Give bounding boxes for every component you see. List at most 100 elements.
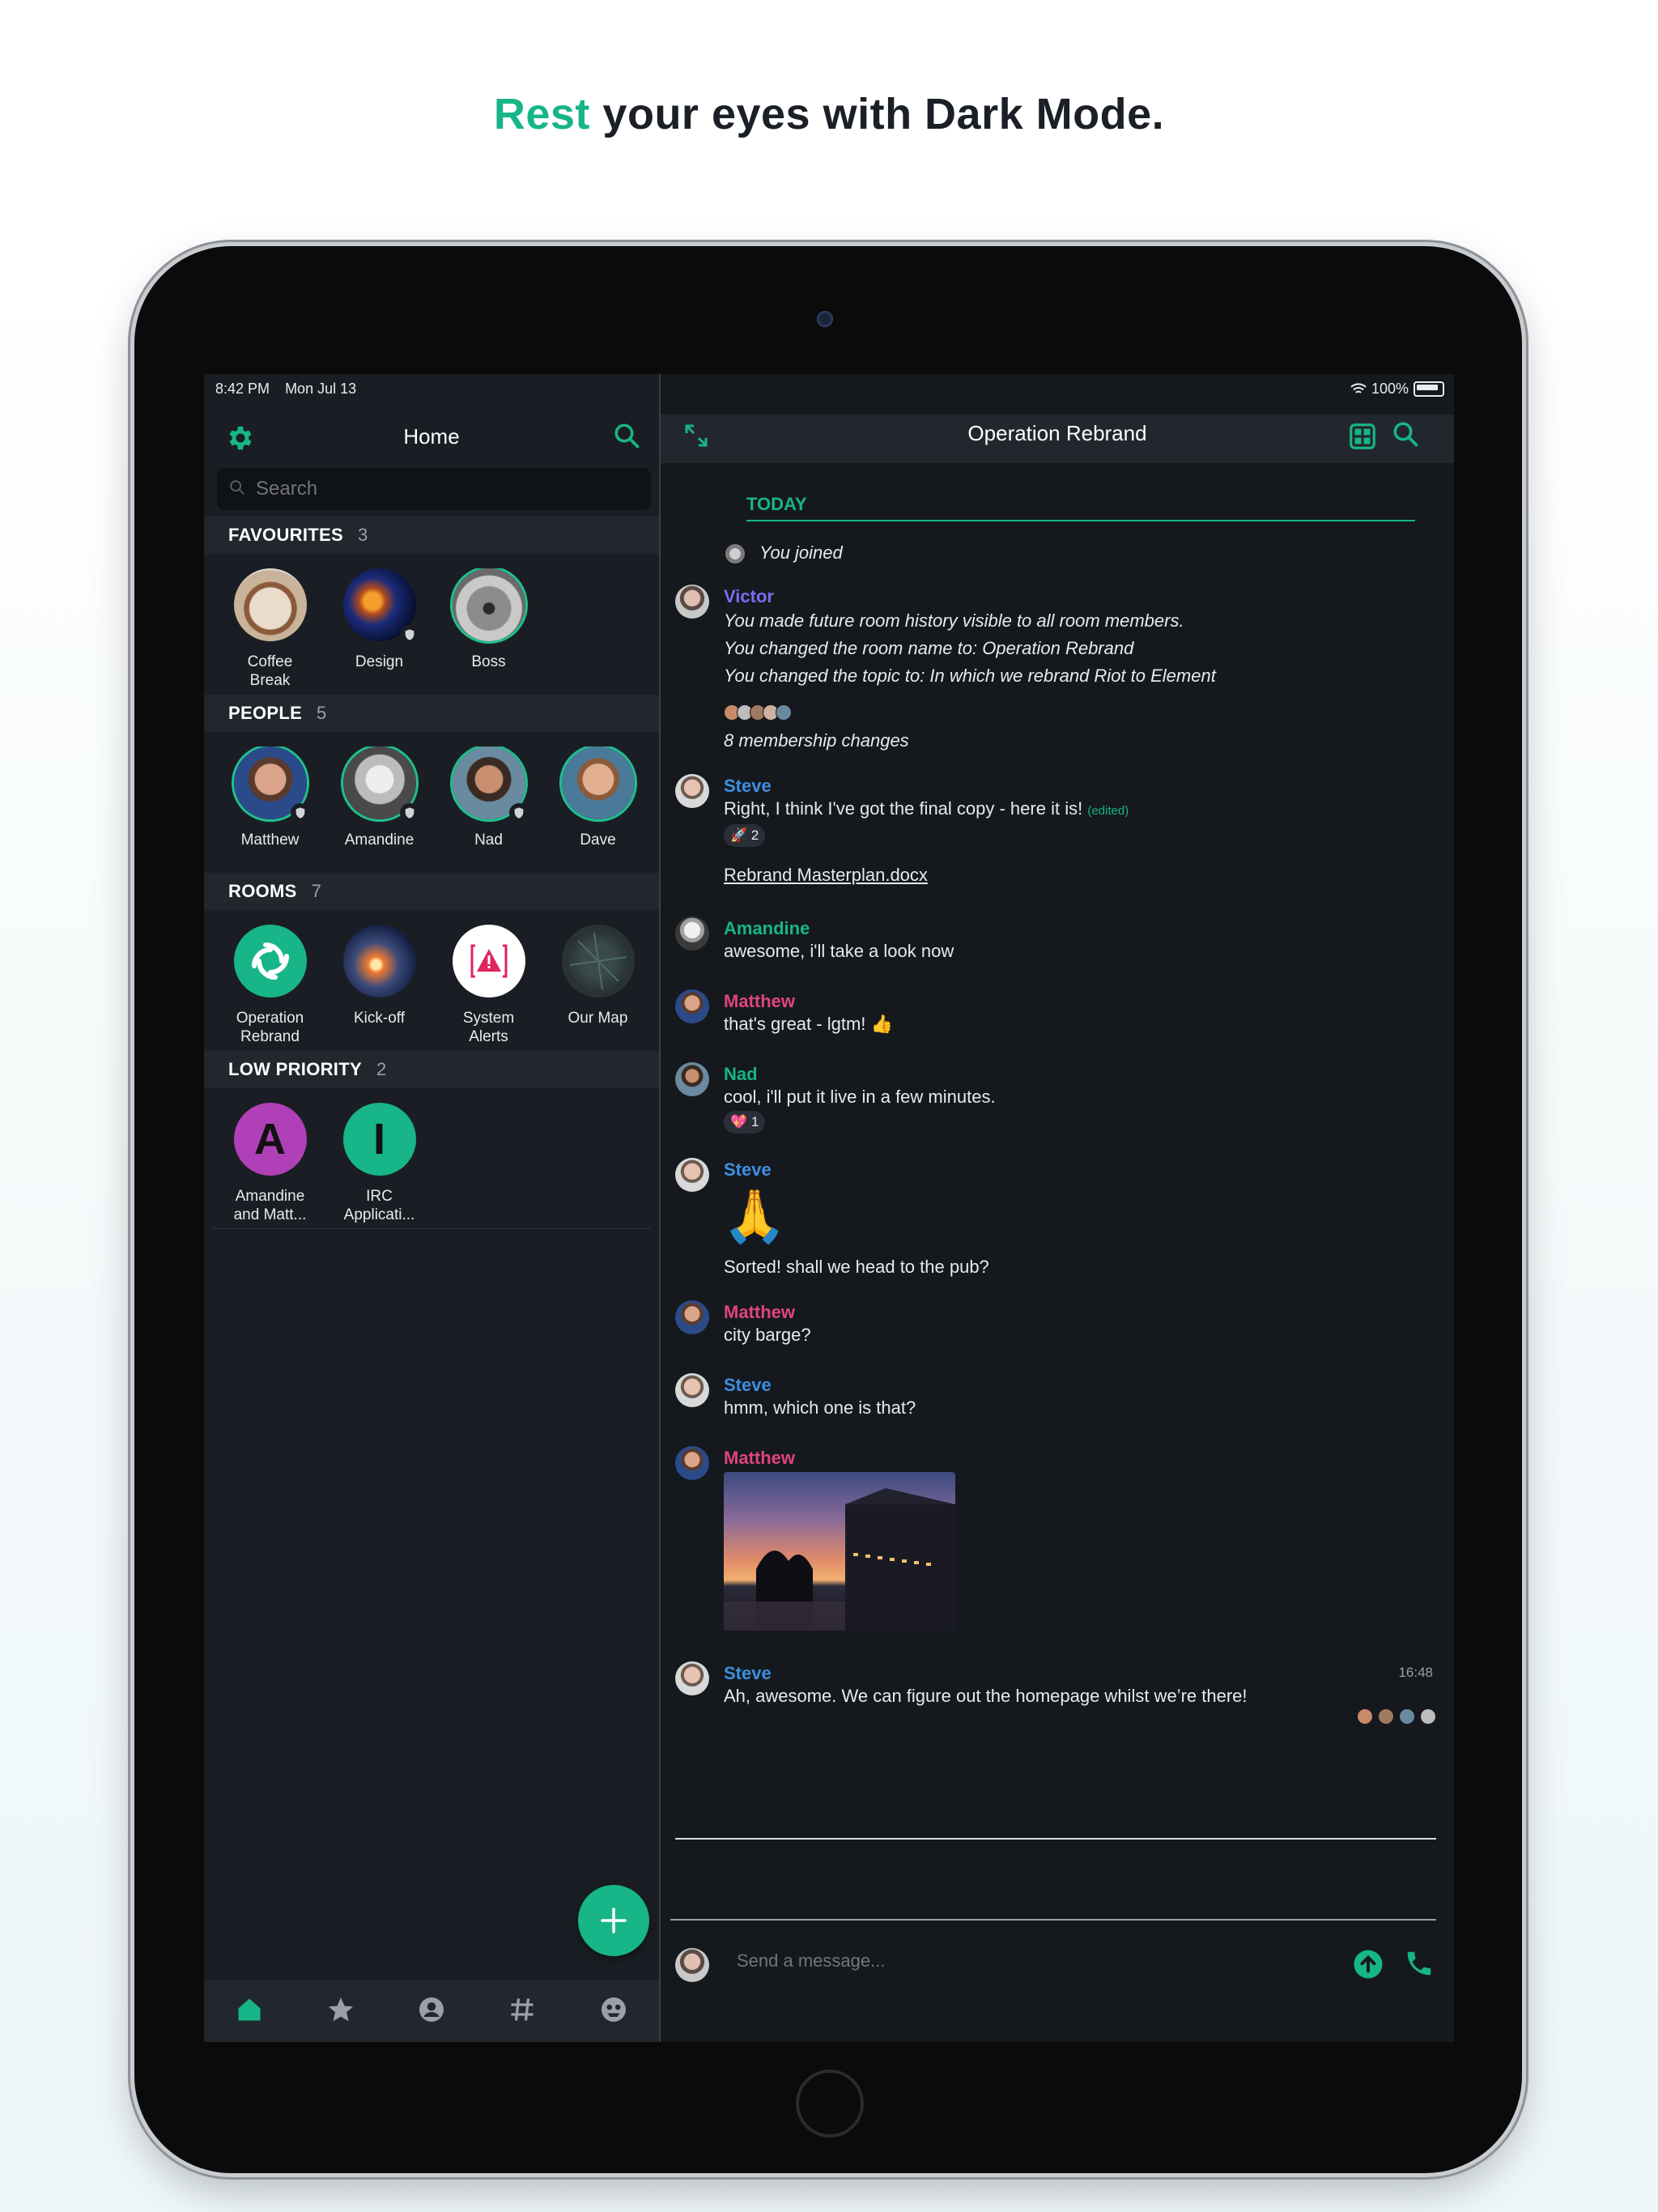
- person-tile[interactable]: Amandine: [325, 747, 434, 849]
- section-title: LOW PRIORITY: [228, 1059, 362, 1079]
- room-header: Operation Rebrand: [661, 415, 1454, 463]
- state-event: You made future room history visible to …: [724, 610, 1184, 631]
- tile-label: Design: [355, 653, 404, 670]
- home-hardware-button[interactable]: [796, 2069, 864, 2138]
- home-icon[interactable]: [235, 1995, 264, 2028]
- upload-icon[interactable]: [1352, 1948, 1384, 1984]
- hash-icon[interactable]: [508, 1995, 537, 2028]
- file-attachment-link[interactable]: Rebrand Masterplan.docx: [724, 865, 928, 886]
- search-icon[interactable]: [612, 421, 641, 454]
- avatar: [561, 747, 635, 819]
- phone-icon[interactable]: [1404, 1948, 1435, 1983]
- headline: Rest your eyes with Dark Mode.: [0, 89, 1658, 139]
- sender-name[interactable]: Steve: [724, 1663, 772, 1684]
- avatar[interactable]: [675, 1158, 709, 1192]
- map-avatar: [561, 925, 635, 998]
- room-tile[interactable]: Operation Rebrand: [215, 925, 325, 1046]
- design-avatar: [342, 568, 419, 644]
- gear-icon[interactable]: [225, 423, 256, 457]
- avatar[interactable]: [675, 585, 709, 619]
- member-avatar-stack[interactable]: [724, 704, 792, 725]
- search-input[interactable]: [254, 477, 630, 501]
- sender-name[interactable]: Matthew: [724, 991, 795, 1012]
- section-low-priority[interactable]: LOW PRIORITY 2: [204, 1051, 659, 1088]
- avatar[interactable]: [675, 1062, 709, 1096]
- list-divider: [212, 1228, 651, 1229]
- element-logo-icon: [233, 925, 307, 998]
- room-title[interactable]: Operation Rebrand: [661, 421, 1454, 446]
- date-separator-line: [746, 520, 1415, 521]
- room-tile[interactable]: Design: [325, 568, 434, 671]
- section-people[interactable]: PEOPLE 5: [204, 695, 659, 732]
- sender-name[interactable]: Nad: [724, 1064, 758, 1085]
- person-tile[interactable]: Matthew: [215, 747, 325, 849]
- shield-icon: [399, 803, 419, 823]
- section-count: 2: [376, 1059, 387, 1079]
- big-emoji-message: 🙏: [722, 1187, 787, 1245]
- room-timeline-pane: 100% Operation Rebrand TODAY You joined: [661, 374, 1454, 2042]
- room-tile[interactable]: System Alerts: [434, 925, 543, 1046]
- message-composer: [661, 1921, 1454, 2042]
- status-bar-right: 100%: [1350, 381, 1444, 398]
- people-row: Matthew Amandine Nad Dave: [204, 747, 659, 884]
- shield-icon: [399, 625, 419, 644]
- avatar[interactable]: [675, 1661, 709, 1695]
- message-body: that's great - lgtm! 👍: [724, 1014, 893, 1034]
- edited-label: (edited): [1087, 804, 1129, 818]
- message-input[interactable]: [735, 1950, 1305, 1972]
- status-date: Mon Jul 13: [285, 381, 357, 397]
- avatar[interactable]: [675, 774, 709, 808]
- avatar[interactable]: [675, 1373, 709, 1407]
- create-room-button[interactable]: [578, 1885, 649, 1956]
- room-tile[interactable]: Our Map: [543, 925, 653, 1027]
- sender-name[interactable]: Matthew: [724, 1302, 795, 1323]
- reaction-pill[interactable]: 💖 1: [724, 1111, 766, 1134]
- read-receipts[interactable]: [1357, 1708, 1436, 1729]
- timeline-bottom-divider: [675, 1838, 1436, 1840]
- membership-summary[interactable]: 8 membership changes: [724, 730, 909, 751]
- avatar[interactable]: [675, 1446, 709, 1480]
- person-tile[interactable]: [653, 747, 659, 819]
- widgets-icon[interactable]: [1347, 421, 1378, 456]
- membership-event: You joined: [759, 542, 843, 563]
- person-tile[interactable]: Dave: [543, 747, 653, 849]
- sender-name[interactable]: Steve: [724, 1159, 772, 1180]
- tile-label: Amandine: [344, 832, 414, 849]
- room-tile[interactable]: I IRC Applicati...: [325, 1103, 434, 1224]
- globe-icon[interactable]: [599, 1995, 628, 2028]
- star-icon[interactable]: [326, 1995, 355, 2028]
- avatar[interactable]: [675, 989, 709, 1023]
- room-tile[interactable]: Kick-off: [325, 925, 434, 1027]
- room-tile[interactable]: Coffee Break: [215, 568, 325, 690]
- room-list-pane: 8:42 PM Mon Jul 13 Home FAVO: [204, 374, 659, 2042]
- app-screen: 8:42 PM Mon Jul 13 Home FAVO: [204, 374, 1454, 2042]
- koala-avatar: [452, 568, 525, 641]
- coffee-avatar: [233, 568, 307, 641]
- letter-avatar: A: [233, 1103, 307, 1176]
- search-icon[interactable]: [1391, 419, 1420, 453]
- avatar[interactable]: [675, 1300, 709, 1334]
- section-title: FAVOURITES: [228, 525, 343, 545]
- sender-name[interactable]: Amandine: [724, 918, 810, 939]
- sender-name[interactable]: Victor: [724, 586, 774, 607]
- room-search-field[interactable]: [217, 468, 651, 510]
- section-rooms[interactable]: ROOMS 7: [204, 873, 659, 910]
- room-tile[interactable]: [653, 925, 659, 998]
- sender-name[interactable]: Matthew: [724, 1448, 795, 1469]
- state-event: You changed the topic to: In which we re…: [724, 666, 1216, 686]
- person-tile[interactable]: Nad: [434, 747, 543, 849]
- sender-name[interactable]: Steve: [724, 1375, 772, 1396]
- sender-name[interactable]: Steve: [724, 776, 772, 797]
- avatar[interactable]: [675, 917, 709, 951]
- section-favourites[interactable]: FAVOURITES 3: [204, 517, 659, 554]
- rooms-row: OperationRebrand Kick-off SystemAlerts: [204, 925, 659, 1062]
- message-body: city barge?: [724, 1325, 811, 1345]
- image-message[interactable]: [724, 1472, 955, 1631]
- shield-icon: [508, 803, 529, 823]
- room-tile[interactable]: A Amandine and Matt...: [215, 1103, 325, 1224]
- home-title: Home: [403, 424, 460, 449]
- person-icon[interactable]: [417, 1995, 446, 2028]
- reaction-pill[interactable]: 🚀 2: [724, 824, 766, 847]
- room-tile[interactable]: Boss: [434, 568, 543, 671]
- tile-label: Boss: [471, 653, 506, 670]
